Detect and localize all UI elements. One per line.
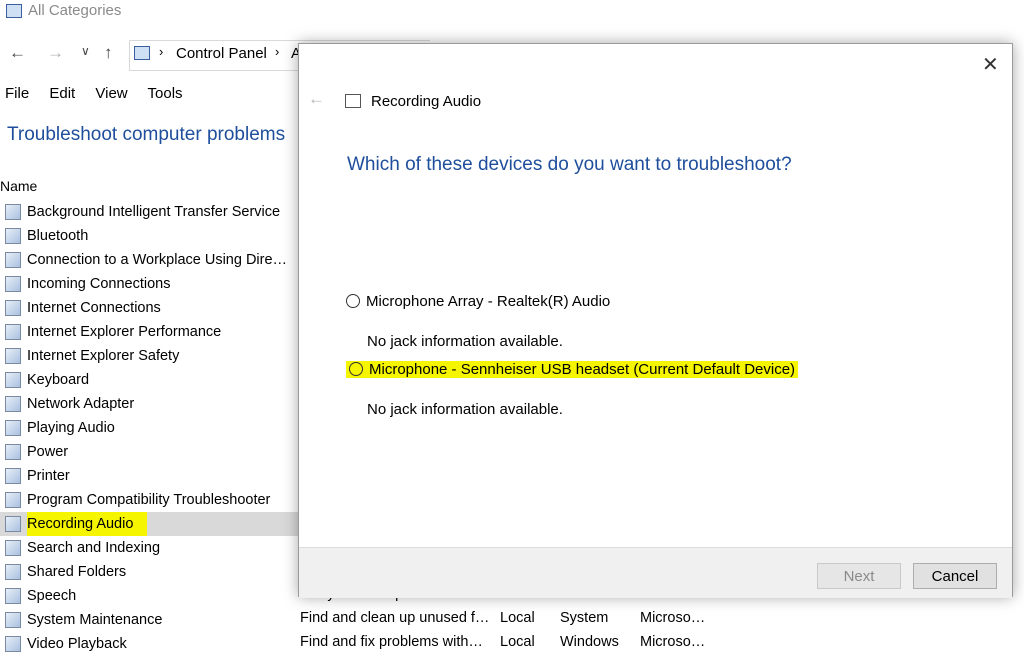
- list-item[interactable]: Background Intelligent Transfer Service: [0, 200, 300, 224]
- menu-edit[interactable]: Edit: [49, 85, 75, 102]
- compatibility-icon: [5, 492, 21, 508]
- device-option-description: No jack information available.: [367, 333, 563, 350]
- list-item-label: Program Compatibility Troubleshooter: [27, 492, 271, 508]
- device-option-description: No jack information available.: [367, 401, 563, 418]
- list-item[interactable]: Internet Connections: [0, 296, 300, 320]
- forward-arrow-icon[interactable]: →: [47, 43, 64, 63]
- list-item-label: Shared Folders: [27, 564, 127, 580]
- back-arrow-icon[interactable]: ←: [9, 43, 26, 63]
- list-item-label: Network Adapter: [27, 396, 135, 412]
- incoming-connections-icon: [5, 276, 21, 292]
- list-item-label: Power: [27, 444, 69, 460]
- network-adapter-icon: [5, 396, 21, 412]
- column-header-name[interactable]: Name: [0, 178, 37, 194]
- microphone-troubleshooter-icon: [345, 94, 361, 108]
- list-item[interactable]: Keyboard: [0, 368, 300, 392]
- bluetooth-icon: [5, 228, 21, 244]
- video-playback-icon: [5, 636, 21, 652]
- list-item-label: Internet Explorer Safety: [27, 348, 180, 364]
- table-cell: Find and clean up unused f…: [300, 610, 490, 626]
- list-item[interactable]: Shared Folders: [0, 560, 300, 584]
- speech-icon: [5, 588, 21, 604]
- list-item[interactable]: Connection to a Workplace Using Dire…: [0, 248, 300, 272]
- microphone-icon: [5, 516, 21, 532]
- shared-folders-icon: [5, 564, 21, 580]
- list-item[interactable]: Printer: [0, 464, 300, 488]
- list-item[interactable]: Recording Audio: [0, 512, 300, 536]
- list-item[interactable]: Network Adapter: [0, 392, 300, 416]
- list-item-label: Speech: [27, 588, 77, 604]
- list-item-label: Playing Audio: [27, 420, 115, 436]
- device-option-label: Microphone Array - Realtek(R) Audio: [366, 293, 611, 310]
- table-cell: Microso…: [640, 610, 706, 626]
- speaker-icon: [5, 420, 21, 436]
- list-item[interactable]: System Maintenance: [0, 608, 300, 632]
- close-icon[interactable]: ✕: [982, 52, 999, 77]
- next-button[interactable]: Next: [817, 563, 901, 589]
- list-item-label: Bluetooth: [27, 228, 89, 244]
- page-heading: Troubleshoot computer problems: [7, 124, 286, 145]
- list-item-label: Video Playback: [27, 636, 127, 652]
- table-cell: System: [560, 610, 609, 626]
- menu-file[interactable]: File: [5, 85, 29, 102]
- printer-icon: [5, 468, 21, 484]
- list-item[interactable]: Power: [0, 440, 300, 464]
- control-panel-icon: [6, 4, 22, 18]
- ie-performance-icon: [5, 324, 21, 340]
- radio-button[interactable]: [349, 362, 363, 376]
- device-option-sennheiser[interactable]: Microphone - Sennheiser USB headset (Cur…: [346, 361, 799, 378]
- up-arrow-icon[interactable]: ↑: [104, 43, 113, 63]
- bits-icon: [5, 204, 21, 220]
- list-item-label: Background Intelligent Transfer Service: [27, 204, 281, 220]
- window-title-bar: All Categories: [0, 0, 1024, 24]
- list-item[interactable]: Speech: [0, 584, 300, 608]
- list-item-label: Internet Explorer Performance: [27, 324, 222, 340]
- menu-bar: File Edit View Tools: [5, 85, 199, 102]
- list-item-label: Printer: [27, 468, 70, 484]
- list-item[interactable]: Search and Indexing: [0, 536, 300, 560]
- troubleshooter-dialog: ✕ ← Recording Audio Which of these devic…: [298, 43, 1013, 598]
- dialog-question: Which of these devices do you want to tr…: [347, 154, 792, 175]
- dialog-footer: Next Cancel: [299, 547, 1012, 598]
- list-item-label: Internet Connections: [27, 300, 161, 316]
- radio-button[interactable]: [346, 294, 360, 308]
- list-item[interactable]: Internet Explorer Performance: [0, 320, 300, 344]
- list-item[interactable]: Video Playback: [0, 632, 300, 656]
- list-item-label: Search and Indexing: [27, 540, 161, 556]
- troubleshooter-list: Background Intelligent Transfer Service B…: [0, 200, 300, 656]
- list-item[interactable]: Program Compatibility Troubleshooter: [0, 488, 300, 512]
- internet-connections-icon: [5, 300, 21, 316]
- system-maintenance-icon: [5, 612, 21, 628]
- dialog-title: Recording Audio: [371, 93, 482, 110]
- keyboard-icon: [5, 372, 21, 388]
- search-indexing-icon: [5, 540, 21, 556]
- power-icon: [5, 444, 21, 460]
- menu-tools[interactable]: Tools: [148, 85, 183, 102]
- list-item-label: System Maintenance: [27, 612, 163, 628]
- ie-safety-icon: [5, 348, 21, 364]
- menu-view[interactable]: View: [95, 85, 127, 102]
- breadcrumb-separator-icon: ›: [275, 44, 280, 59]
- list-item-label: Keyboard: [27, 372, 90, 388]
- list-item[interactable]: Internet Explorer Safety: [0, 344, 300, 368]
- device-option-realtek[interactable]: Microphone Array - Realtek(R) Audio: [346, 293, 610, 310]
- window-title: All Categories: [28, 2, 122, 19]
- back-arrow-icon[interactable]: ←: [308, 89, 325, 109]
- list-item-label: Incoming Connections: [27, 276, 171, 292]
- table-cell: Local: [500, 610, 535, 626]
- breadcrumb-control-panel[interactable]: Control Panel: [176, 45, 267, 62]
- recent-locations-chevron-icon[interactable]: ∨: [81, 44, 90, 58]
- device-option-label: Microphone - Sennheiser USB headset (Cur…: [369, 361, 796, 378]
- list-item[interactable]: Bluetooth: [0, 224, 300, 248]
- workplace-connection-icon: [5, 252, 21, 268]
- address-control-panel-icon: [134, 46, 150, 60]
- list-item[interactable]: Playing Audio: [0, 416, 300, 440]
- cancel-button[interactable]: Cancel: [913, 563, 997, 589]
- breadcrumb-separator-icon: ›: [159, 44, 164, 59]
- list-item[interactable]: Incoming Connections: [0, 272, 300, 296]
- list-item-label: Connection to a Workplace Using Dire…: [27, 252, 288, 268]
- list-item-label: Recording Audio: [27, 512, 148, 536]
